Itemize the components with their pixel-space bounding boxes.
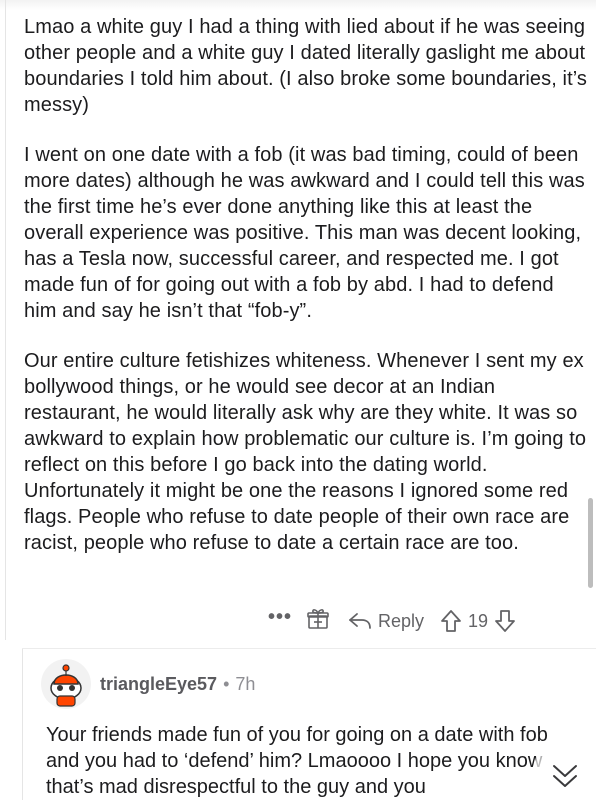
comment-paragraph: Lmao a white guy I had a thing with lied… <box>24 16 588 116</box>
gift-icon[interactable] <box>306 607 336 635</box>
reply-header: triangleEye57 • 7h <box>40 654 255 714</box>
scrollbar[interactable] <box>588 498 593 588</box>
reply-timestamp: 7h <box>235 673 256 694</box>
thread-line[interactable] <box>5 0 6 640</box>
comment-action-bar: ••• Reply 19 <box>268 606 578 636</box>
comment-divider <box>22 648 596 649</box>
comment-paragraph: Our entire culture fetishizes whiteness.… <box>24 350 587 554</box>
vote-count: 19 <box>468 610 489 631</box>
reply-username[interactable]: triangleEye57 <box>100 674 217 695</box>
comment-paragraph: I went on one date with a fob (it was ba… <box>24 144 585 322</box>
reply-body: Your friends made fun of you for going o… <box>46 724 548 798</box>
top-fade <box>0 0 596 10</box>
avatar[interactable] <box>40 658 92 710</box>
more-options-button[interactable]: ••• <box>268 606 306 629</box>
reply-thread-line[interactable] <box>22 649 23 800</box>
chevron-down-double-icon <box>548 758 582 797</box>
collapse-button[interactable] <box>536 752 592 800</box>
upvote-arrow-icon[interactable] <box>440 609 462 633</box>
meta-separator: • <box>223 673 230 694</box>
reply-button[interactable]: Reply <box>348 611 424 632</box>
downvote-arrow-icon[interactable] <box>494 609 516 633</box>
reply-arrow-icon <box>348 611 372 631</box>
reply-label: Reply <box>378 610 425 631</box>
vote-control: 19 <box>440 609 516 633</box>
comment-body: Lmao a white guy I had a thing with lied… <box>24 14 590 580</box>
